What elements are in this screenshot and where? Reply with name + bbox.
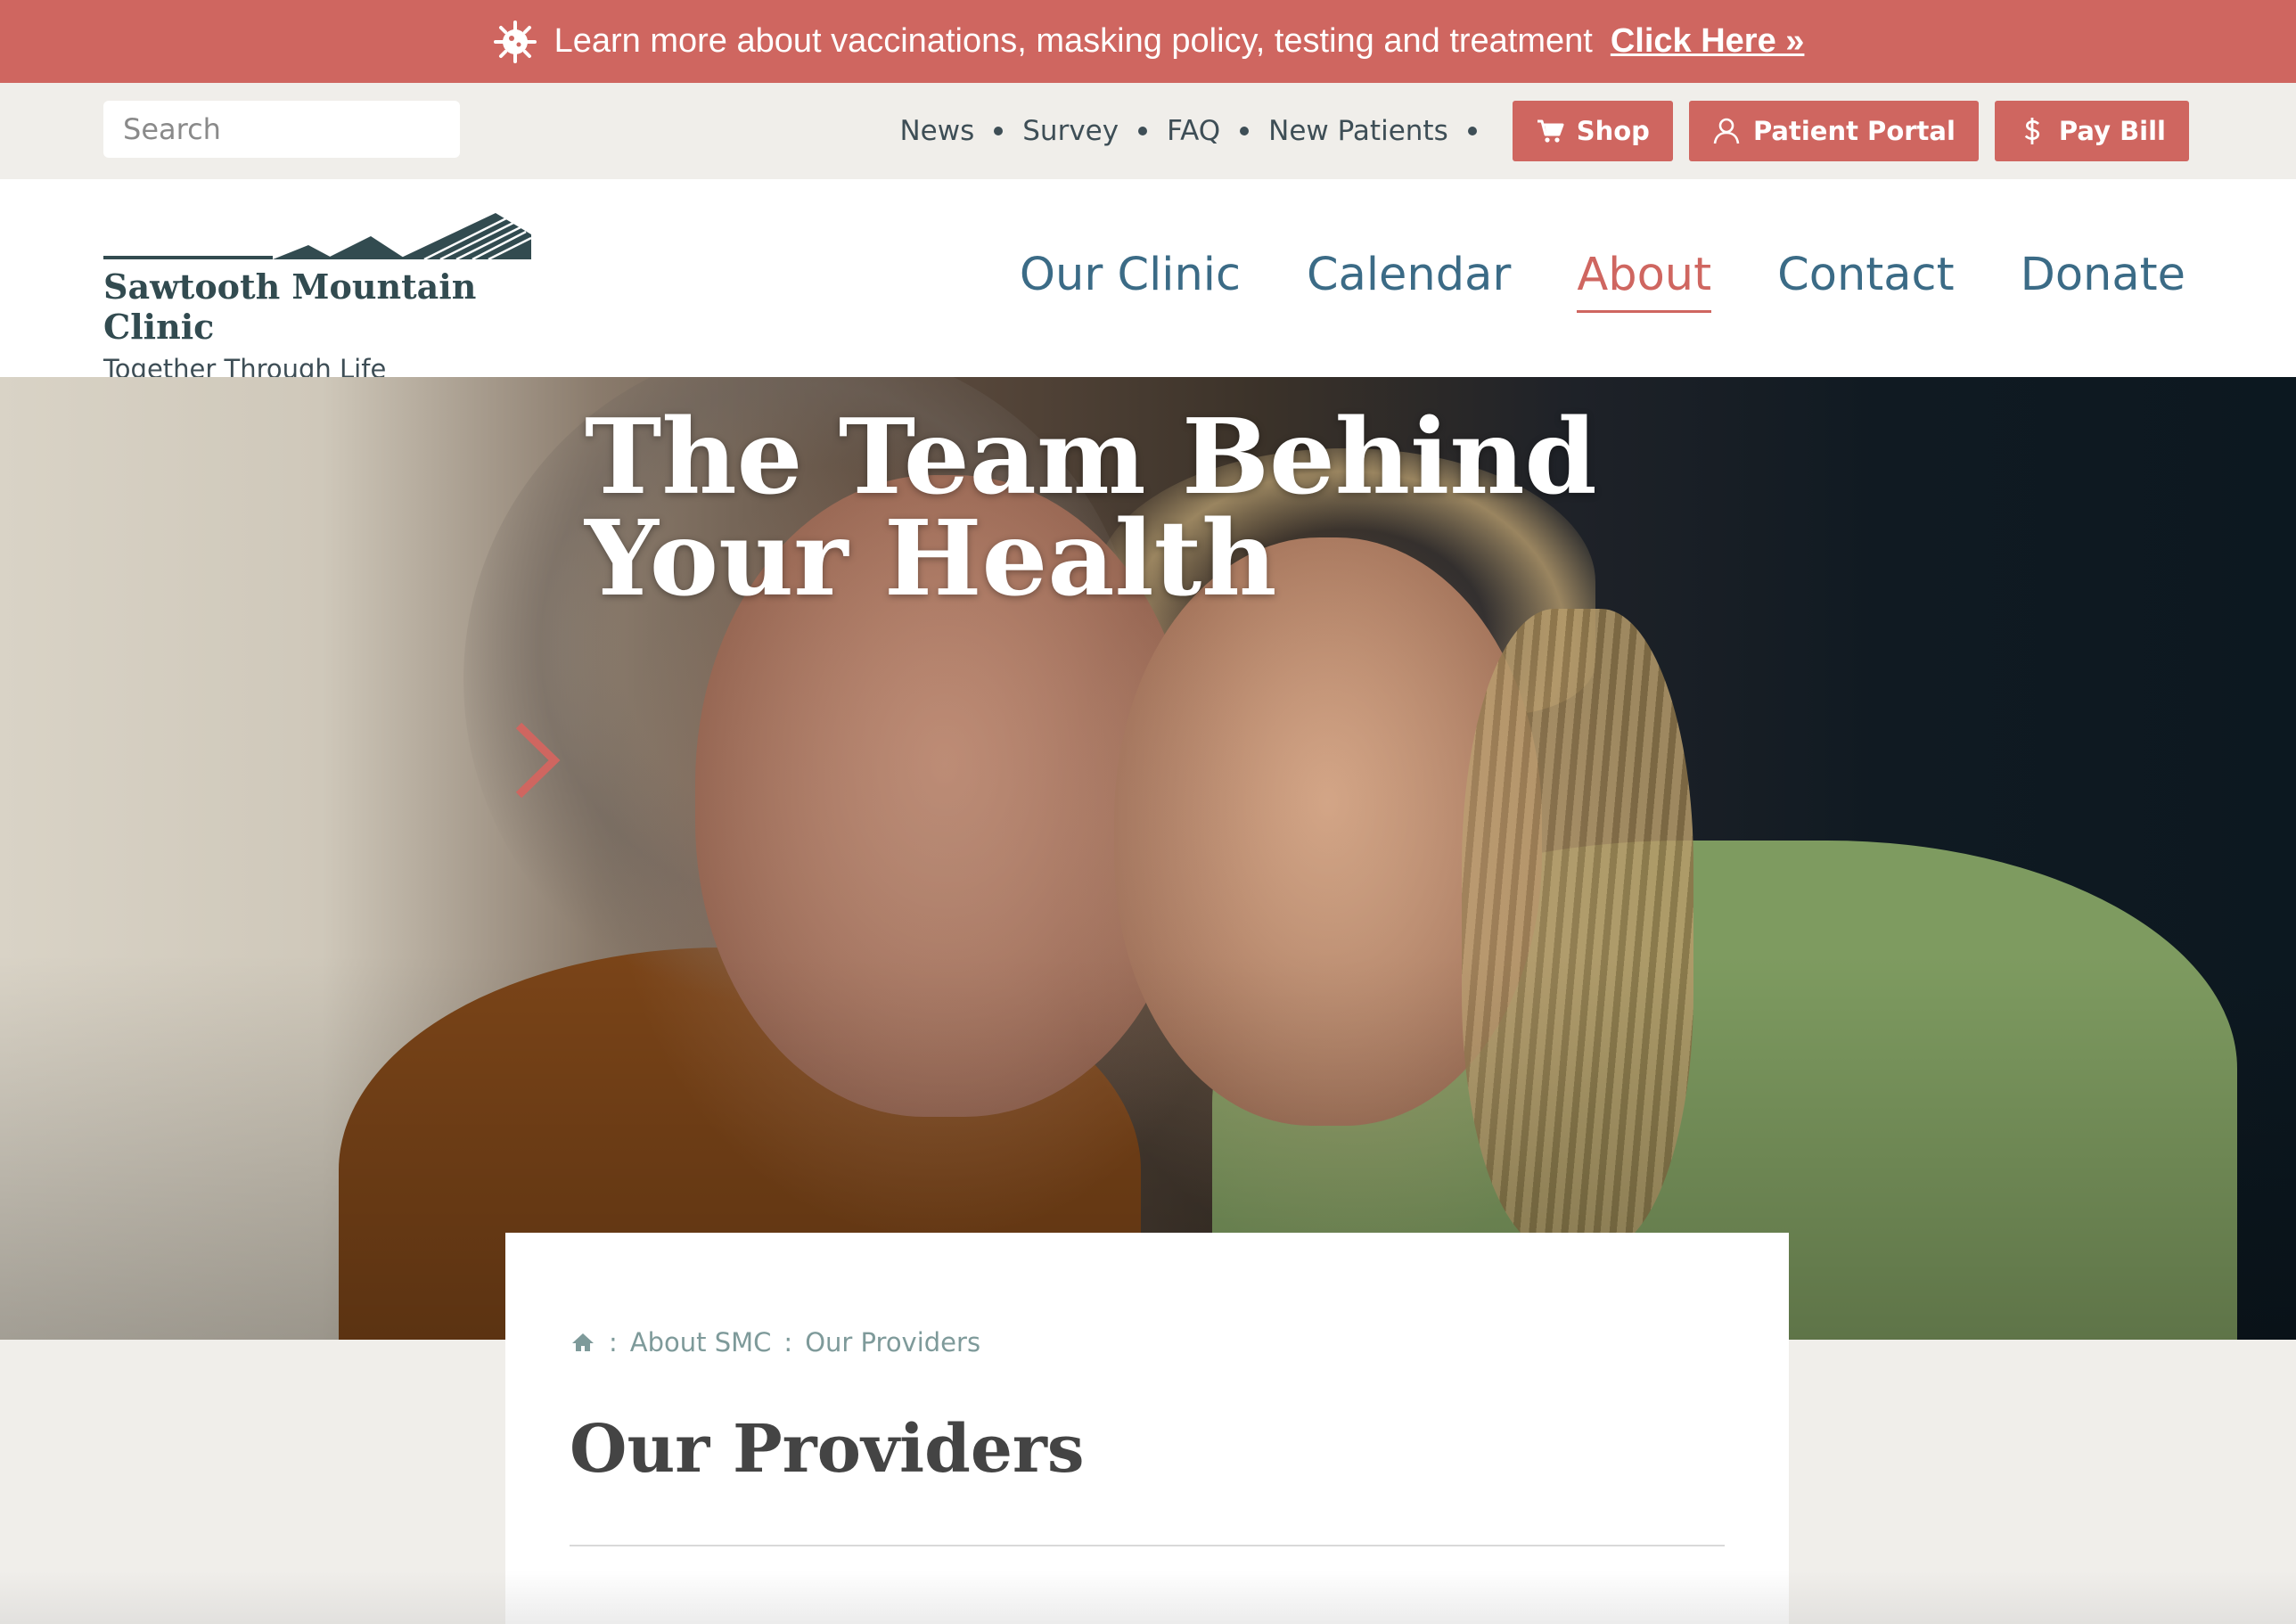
site-header: Sawtooth Mountain Clinic Together Throug… (0, 179, 2296, 384)
site-logo[interactable]: Sawtooth Mountain Clinic Together Throug… (103, 211, 540, 384)
chevron-right-icon (515, 722, 561, 799)
pay-bill-button-label: Pay Bill (2058, 116, 2166, 146)
patient-portal-button[interactable]: Patient Portal (1688, 101, 1979, 161)
alert-banner: Learn more about vaccinations, masking p… (0, 0, 2296, 83)
separator-dot (1138, 127, 1148, 135)
nav-calendar[interactable]: Calendar (1307, 249, 1511, 313)
alert-text: Learn more about vaccinations, masking p… (554, 22, 1593, 60)
user-icon (1713, 118, 1740, 144)
patient-portal-button-label: Patient Portal (1752, 116, 1956, 146)
logo-title: Sawtooth Mountain Clinic (103, 267, 477, 347)
nav-our-clinic[interactable]: Our Clinic (1020, 249, 1241, 313)
breadcrumb-about-smc[interactable]: About SMC (630, 1327, 772, 1357)
utility-link-news[interactable]: News (899, 115, 974, 147)
dollar-icon (2024, 118, 2039, 144)
pay-bill-button[interactable]: Pay Bill (1994, 101, 2189, 161)
breadcrumb-separator: : (783, 1327, 793, 1357)
breadcrumb: : About SMC : Our Providers (570, 1327, 1725, 1357)
breadcrumb-separator: : (609, 1327, 618, 1357)
bottom-fade (0, 1571, 2296, 1624)
shop-button[interactable]: Shop (1512, 101, 1673, 161)
separator-dot (994, 127, 1004, 135)
divider (570, 1545, 1725, 1546)
content-card: : About SMC : Our Providers Our Provider… (505, 1233, 1789, 1624)
alert-click-here-link[interactable]: Click Here » (1611, 22, 1805, 61)
utility-bar: News Survey FAQ New Patients Shop P (0, 83, 2296, 179)
cart-icon (1537, 119, 1564, 143)
nav-donate[interactable]: Donate (2021, 249, 2185, 313)
utility-link-new-patients[interactable]: New Patients (1268, 115, 1448, 147)
separator-dot (1467, 127, 1477, 135)
breadcrumb-current: Our Providers (805, 1327, 981, 1357)
page-title: Our Providers (570, 1411, 1085, 1488)
search-box (103, 101, 480, 158)
mountain-logo-icon (103, 213, 531, 261)
utility-link-survey[interactable]: Survey (1022, 115, 1119, 147)
nav-about[interactable]: About (1577, 249, 1712, 313)
nav-contact[interactable]: Contact (1777, 249, 1954, 313)
home-icon[interactable] (570, 1329, 596, 1356)
virus-icon (493, 20, 537, 63)
hero-title: The Team Behind Your Health (585, 397, 1597, 619)
shop-button-label: Shop (1576, 116, 1650, 146)
main-nav: Our Clinic Calendar About Contact Donate (954, 249, 2185, 313)
utility-nav: News Survey FAQ New Patients Shop Patien… (899, 101, 2296, 161)
separator-dot (1240, 127, 1250, 135)
search-input[interactable] (121, 111, 480, 147)
utility-link-faq[interactable]: FAQ (1167, 115, 1220, 147)
